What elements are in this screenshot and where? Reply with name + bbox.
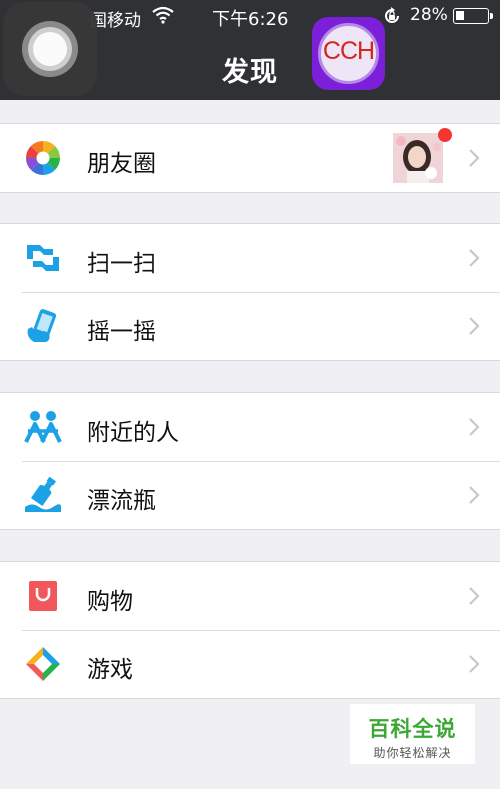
games-icon [26,647,60,681]
moments-avatar-thumbnail [393,133,443,183]
moments-aperture-icon [26,141,60,175]
shopping-games-group: 购物 游戏 [0,561,500,699]
chevron-right-icon [469,249,480,267]
battery-icon [453,8,493,24]
scan-row[interactable]: 扫一扫 [0,224,500,292]
unread-dot [438,128,452,142]
watermark-title: 百科全说 [368,717,457,741]
bottle-label: 漂流瓶 [87,488,156,514]
status-time: 下午6:26 [212,9,289,30]
drift-bottle-icon [25,476,61,512]
shopping-label: 购物 [87,589,133,615]
games-row[interactable]: 游戏 [0,630,500,698]
people-nearby-icon [24,411,62,443]
nearby-bottle-group: 附近的人 漂流瓶 [0,392,500,530]
chevron-right-icon [469,655,480,673]
chevron-right-icon [469,418,480,436]
assistive-touch-icon[interactable] [3,2,97,96]
moments-label: 朋友圈 [87,151,156,177]
cch-app-icon-text: CCH [322,37,375,65]
moments-group: 朋友圈 [0,123,500,193]
moments-row[interactable]: 朋友圈 [0,124,500,192]
games-label: 游戏 [87,657,133,683]
shake-label: 摇一摇 [87,319,156,345]
nearby-row[interactable]: 附近的人 [0,393,500,461]
shopping-row[interactable]: 购物 [0,562,500,630]
carrier-label: 国移动 [90,11,141,31]
cch-app-icon[interactable]: CCH [312,17,385,90]
wifi-icon [152,6,174,24]
rotation-lock-icon [385,7,399,23]
battery-percent: 28% [410,5,448,25]
nearby-label: 附近的人 [87,420,179,446]
bottle-row[interactable]: 漂流瓶 [0,461,500,529]
scan-label: 扫一扫 [87,251,156,277]
chevron-right-icon [469,587,480,605]
shake-phone-icon [27,309,57,342]
shake-row[interactable]: 摇一摇 [0,292,500,360]
scan-shake-group: 扫一扫 摇一摇 [0,223,500,361]
scan-icon [27,245,59,271]
chevron-right-icon [469,149,480,167]
shopping-bag-icon [29,581,57,611]
watermark-subtitle: 助你轻松解决 [373,746,452,760]
chevron-right-icon [469,317,480,335]
watermark: 百科全说 助你轻松解决 [350,704,475,764]
chevron-right-icon [469,486,480,504]
